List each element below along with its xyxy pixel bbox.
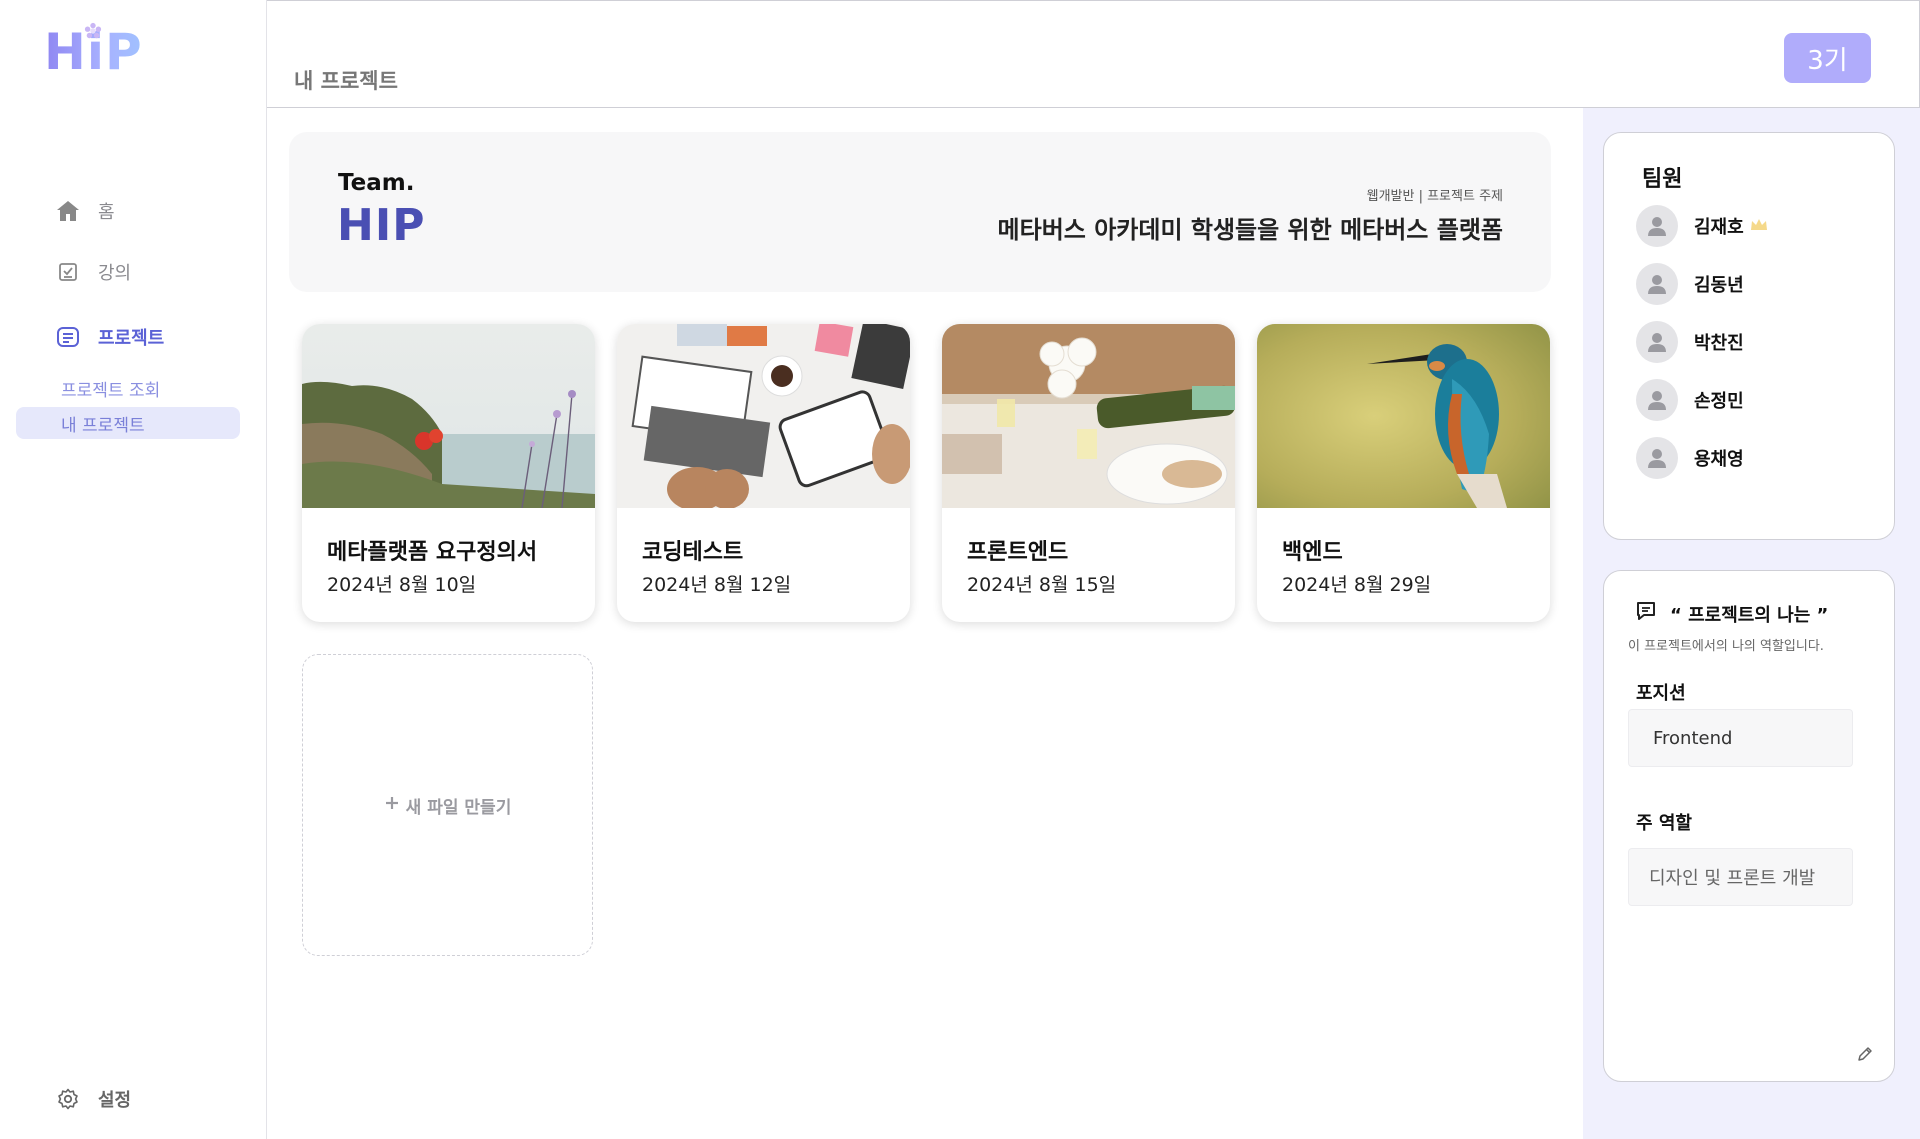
sidebar-item-label: 강의 bbox=[98, 263, 132, 284]
sidebar-item-label: 프로젝트 bbox=[98, 328, 165, 349]
card-date: 2024년 8월 12일 bbox=[642, 574, 792, 596]
notes-icon bbox=[54, 323, 82, 351]
member-name: 김동년 bbox=[1694, 275, 1744, 296]
main-role-label: 주 역할 bbox=[1636, 813, 1692, 834]
avatar bbox=[1636, 205, 1678, 247]
sidebar-item-lecture[interactable]: 강의 bbox=[54, 258, 131, 286]
avatar bbox=[1636, 321, 1678, 363]
project-card[interactable]: 코딩테스트 2024년 8월 12일 bbox=[617, 324, 910, 622]
my-role-card: “ 프로젝트의 나는 ” 이 프로젝트에서의 나의 역할입니다. 포지션 Fro… bbox=[1603, 570, 1895, 1082]
member-item[interactable]: 김동년 bbox=[1636, 263, 1744, 305]
settings-button[interactable]: 설정 bbox=[54, 1085, 131, 1113]
sidebar-item-label: 홈 bbox=[98, 202, 115, 223]
avatar bbox=[1636, 437, 1678, 479]
member-item[interactable]: 용채영 bbox=[1636, 437, 1744, 479]
main-role-field[interactable]: 디자인 및 프론트 개발 bbox=[1628, 848, 1853, 906]
card-title: 코딩테스트 bbox=[642, 540, 744, 565]
card-title: 프론트엔드 bbox=[967, 540, 1069, 565]
project-card[interactable]: 메타플랫폼 요구정의서 2024년 8월 10일 bbox=[302, 324, 595, 622]
new-file-button[interactable]: 새 파일 만들기 bbox=[302, 654, 593, 956]
topic-category: 웹개발반 | 프로젝트 주제 bbox=[1366, 189, 1503, 204]
card-date: 2024년 8월 29일 bbox=[1282, 574, 1432, 596]
members-card: 팀원 김재호 김동년 박찬진 손정민 용채영 bbox=[1603, 132, 1895, 540]
page-title: 내 프로젝트 bbox=[294, 69, 398, 93]
top-header: 내 프로젝트 3기 bbox=[267, 0, 1920, 108]
team-prefix: Team. bbox=[338, 170, 415, 196]
right-panel: 팀원 김재호 김동년 박찬진 손정민 용채영 “ 프로젝트의 나는 ” 이 프로… bbox=[1583, 108, 1920, 1139]
crown-icon bbox=[1750, 216, 1768, 237]
main-content: Team. HIP 웹개발반 | 프로젝트 주제 메타버스 아카데미 학생들을 … bbox=[267, 108, 1583, 1139]
avatar bbox=[1636, 263, 1678, 305]
sidebar-subitem-my-project[interactable]: 내 프로젝트 bbox=[16, 407, 240, 439]
role-header: “ 프로젝트의 나는 ” bbox=[1634, 599, 1828, 628]
card-date: 2024년 8월 10일 bbox=[327, 574, 477, 596]
card-thumbnail bbox=[617, 324, 910, 508]
flower-icon bbox=[84, 22, 102, 39]
position-label: 포지션 bbox=[1636, 683, 1686, 704]
member-item[interactable]: 김재호 bbox=[1636, 205, 1768, 247]
role-title: “ 프로젝트의 나는 ” bbox=[1670, 604, 1829, 626]
avatar bbox=[1636, 379, 1678, 421]
team-name: HIP bbox=[337, 200, 426, 251]
card-date: 2024년 8월 15일 bbox=[967, 574, 1117, 596]
team-banner: Team. HIP 웹개발반 | 프로젝트 주제 메타버스 아카데미 학생들을 … bbox=[289, 132, 1551, 292]
member-name: 김재호 bbox=[1694, 217, 1744, 238]
member-name: 박찬진 bbox=[1694, 333, 1744, 354]
sidebar-subitem-project-view[interactable]: 프로젝트 조회 bbox=[16, 372, 240, 404]
checklist-icon bbox=[54, 258, 82, 286]
card-title: 메타플랫폼 요구정의서 bbox=[327, 540, 538, 565]
position-field[interactable]: Frontend bbox=[1628, 709, 1853, 767]
sidebar-item-project[interactable]: 프로젝트 bbox=[54, 323, 164, 351]
gear-icon bbox=[54, 1085, 82, 1113]
role-subtitle: 이 프로젝트에서의 나의 역할입니다. bbox=[1628, 639, 1824, 654]
pencil-icon[interactable] bbox=[1856, 1045, 1874, 1063]
member-item[interactable]: 박찬진 bbox=[1636, 321, 1744, 363]
settings-label: 설정 bbox=[98, 1090, 132, 1111]
logo[interactable]: HiP bbox=[44, 22, 154, 82]
card-thumbnail bbox=[1257, 324, 1550, 508]
card-thumbnail bbox=[942, 324, 1235, 508]
member-item[interactable]: 손정민 bbox=[1636, 379, 1744, 421]
plus-icon bbox=[384, 795, 400, 816]
sidebar-item-home[interactable]: 홈 bbox=[54, 197, 115, 225]
sidebar: HiP 홈 강의 프로젝트 프로젝트 조회 내 프로젝트 설정 bbox=[0, 0, 267, 1139]
member-name: 용채영 bbox=[1694, 449, 1744, 470]
new-file-label: 새 파일 만들기 bbox=[405, 797, 512, 818]
card-title: 백엔드 bbox=[1282, 540, 1343, 565]
members-title: 팀원 bbox=[1642, 167, 1683, 192]
topic-title: 메타버스 아카데미 학생들을 위한 메타버스 플랫폼 bbox=[997, 216, 1503, 244]
cohort-badge[interactable]: 3기 bbox=[1784, 33, 1871, 83]
member-name: 손정민 bbox=[1694, 391, 1744, 412]
chat-icon bbox=[1634, 599, 1658, 628]
project-card[interactable]: 프론트엔드 2024년 8월 15일 bbox=[942, 324, 1235, 622]
project-card[interactable]: 백엔드 2024년 8월 29일 bbox=[1257, 324, 1550, 622]
card-thumbnail bbox=[302, 324, 595, 508]
home-icon bbox=[54, 197, 82, 225]
